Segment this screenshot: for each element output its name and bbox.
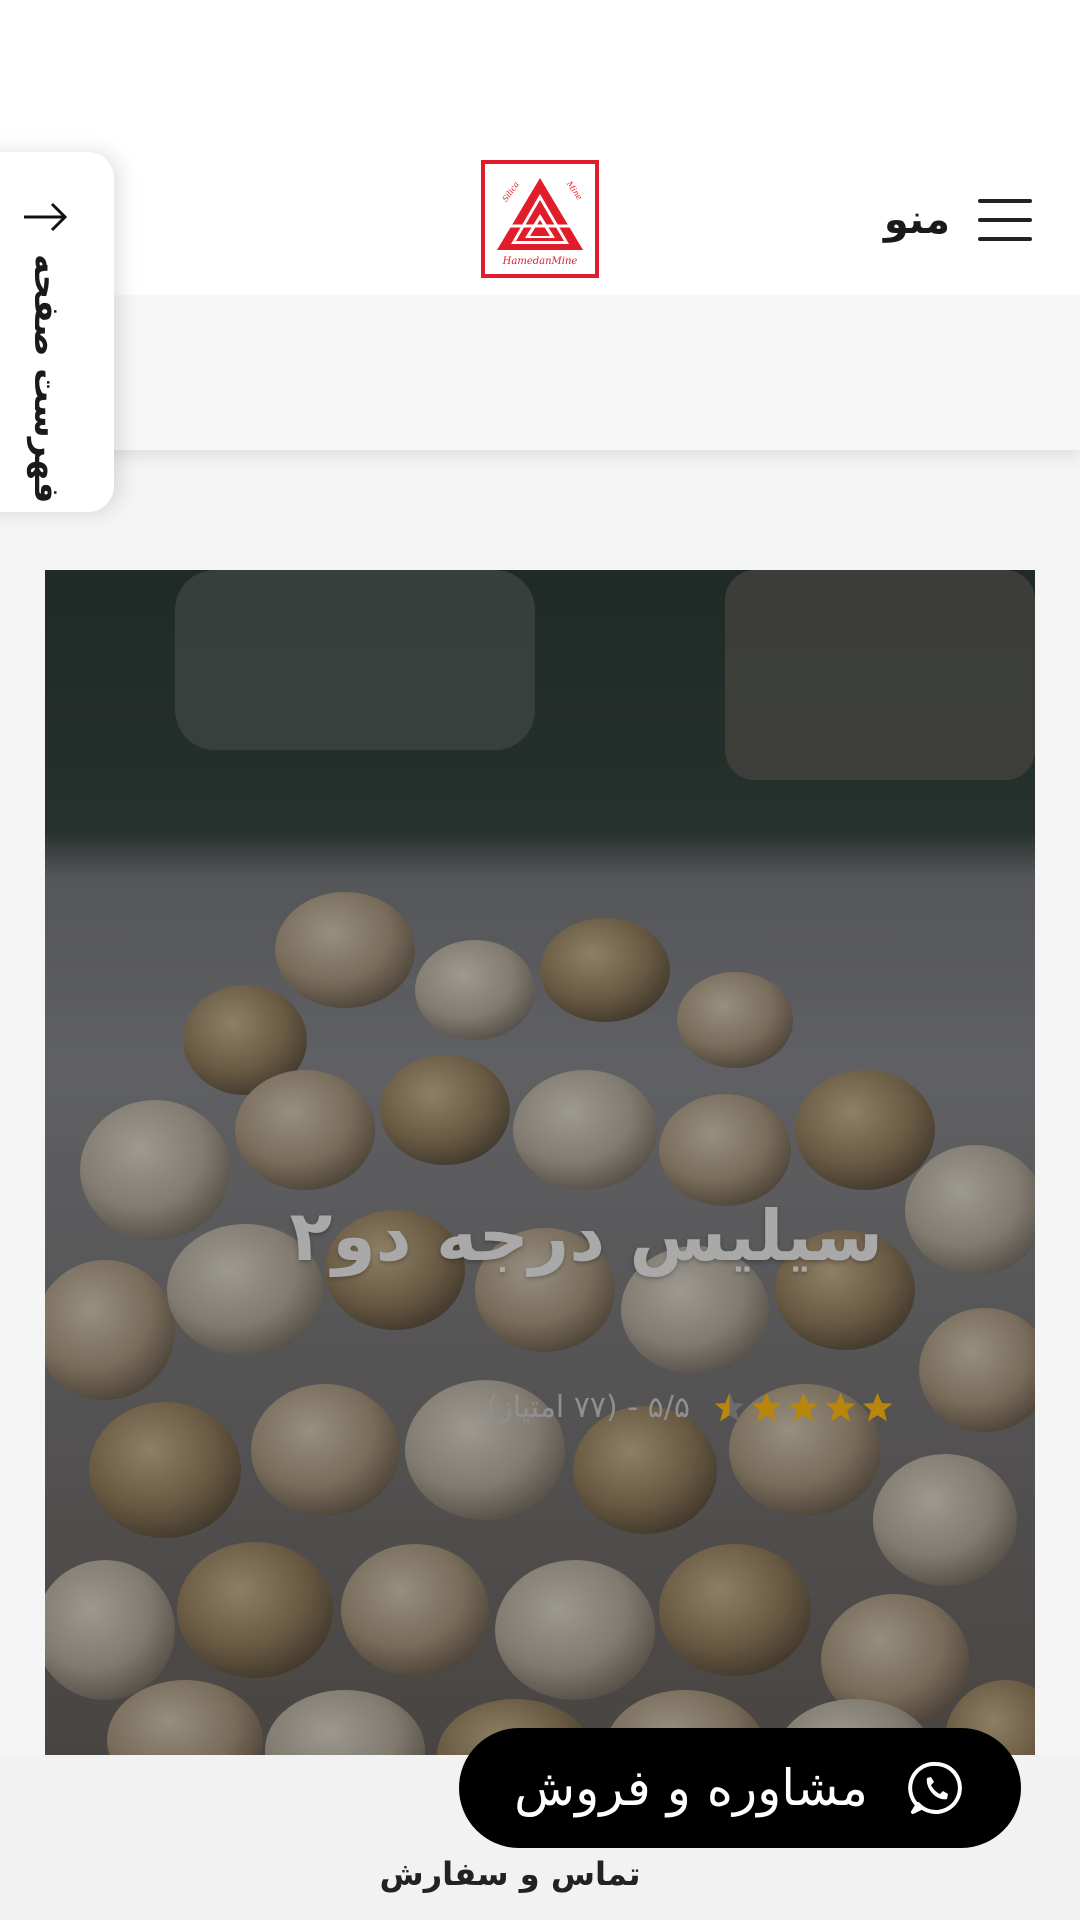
hamburger-icon [978,199,1032,241]
svg-text:Silica: Silica [501,180,521,204]
menu-button[interactable]: منو [884,190,1032,250]
site-header: منو Silica Mine HamedanMine [0,0,1080,295]
star-full-icon [788,1392,819,1422]
hero-image: سیلیس درجه دو۲ ۵/۵ - (۷۷ امتیاز) [45,570,1035,1755]
product-title: سیلیس درجه دو۲ [289,1195,883,1277]
svg-text:HamedanMine: HamedanMine [502,256,578,267]
arrow-right-icon [24,202,68,232]
star-full-icon [862,1392,893,1422]
toc-label: فهرست صفحه [26,254,66,504]
table-of-contents-tab[interactable]: فهرست صفحه [0,152,114,512]
rating-text: ۵/۵ - (۷۷ امتیاز) [486,1390,690,1425]
svg-text:Mine: Mine [564,179,584,202]
menu-label: منو [883,197,950,243]
star-half-icon [714,1392,745,1422]
page: منو Silica Mine HamedanMine فهرست صفحه س… [0,0,1080,1920]
consult-sales-label: مشاوره و فروش [514,1759,868,1817]
hero-overlay [45,570,1035,1755]
header-sub-bar [0,295,1080,450]
star-full-icon [825,1392,856,1422]
star-full-icon [751,1392,782,1422]
rating-stars[interactable] [712,1390,895,1425]
consult-sales-button[interactable]: مشاوره و فروش [459,1728,1021,1848]
site-logo[interactable]: Silica Mine HamedanMine [481,160,599,278]
logo-mark: Silica Mine HamedanMine [497,178,584,267]
whatsapp-icon [908,1761,962,1814]
contact-order-label[interactable]: تماس و سفارش [0,1855,1080,1893]
rating: ۵/۵ - (۷۷ امتیاز) [486,1390,895,1425]
